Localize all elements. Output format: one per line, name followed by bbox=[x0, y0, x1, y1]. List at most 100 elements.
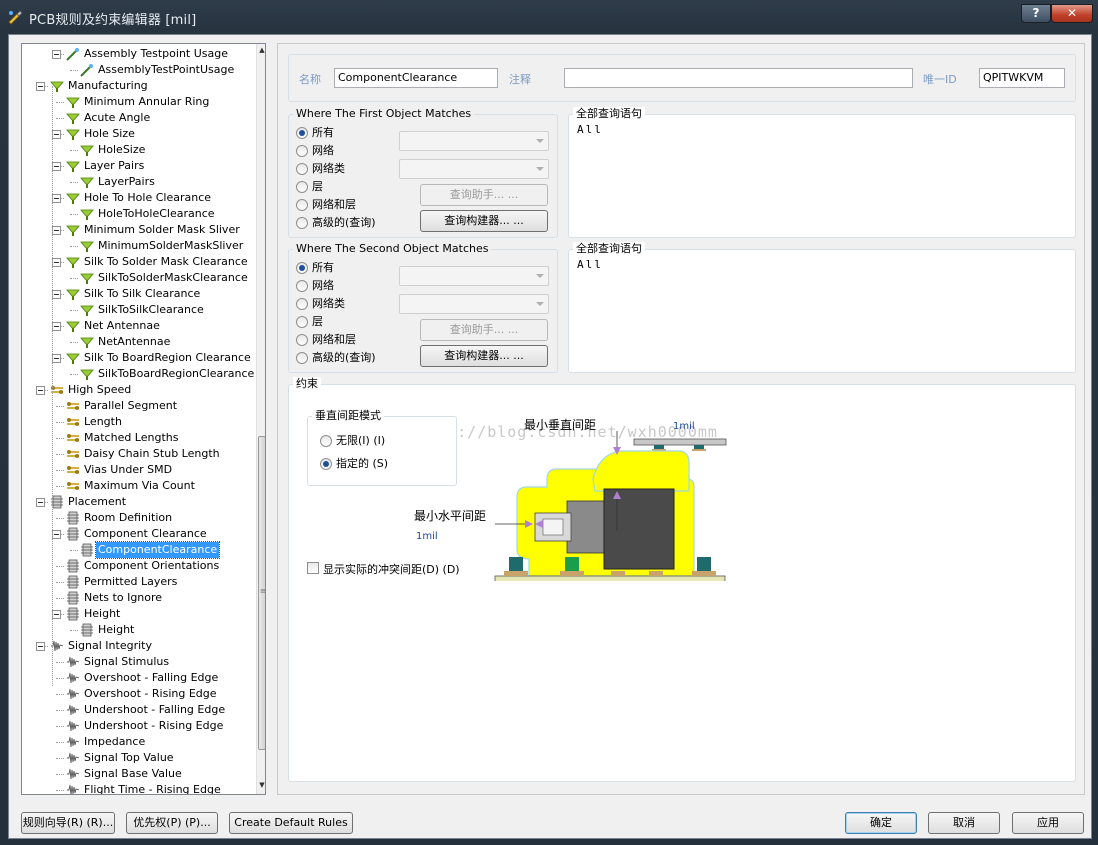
second-query-helper-button[interactable]: 查询助手... ... bbox=[420, 319, 548, 341]
scroll-up-arrow-icon[interactable]: ▲ bbox=[257, 46, 265, 56]
tree-item[interactable]: Hole To Hole Clearance bbox=[22, 190, 254, 206]
radio-button[interactable] bbox=[296, 181, 308, 193]
tree-item[interactable]: Hole Size bbox=[22, 126, 254, 142]
radio-button[interactable] bbox=[296, 262, 308, 274]
radio-button[interactable] bbox=[296, 334, 308, 346]
tree-item[interactable]: Impedance bbox=[22, 734, 254, 750]
first-net-combo[interactable] bbox=[399, 131, 549, 151]
second-query-builder-button[interactable]: 查询构建器... ... bbox=[420, 345, 548, 367]
collapse-icon[interactable] bbox=[52, 290, 61, 299]
radio-button[interactable] bbox=[296, 298, 308, 310]
tree-item[interactable]: High Speed bbox=[22, 382, 254, 398]
radio-button[interactable] bbox=[296, 199, 308, 211]
tree-item[interactable]: Length bbox=[22, 414, 254, 430]
create-default-rules-button[interactable]: Create Default Rules bbox=[229, 812, 353, 834]
tree-item[interactable]: Vias Under SMD bbox=[22, 462, 254, 478]
tree-item[interactable]: Acute Angle bbox=[22, 110, 254, 126]
tree-item[interactable]: Net Antennae bbox=[22, 318, 254, 334]
tree-item[interactable]: HoleToHoleClearance bbox=[22, 206, 254, 222]
collapse-icon[interactable] bbox=[36, 82, 45, 91]
tree-item[interactable]: SilkToSolderMaskClearance bbox=[22, 270, 254, 286]
help-button[interactable]: ? bbox=[1021, 4, 1051, 23]
priorities-button[interactable]: 优先权(P) (P)... bbox=[126, 812, 218, 834]
collapse-icon[interactable] bbox=[36, 386, 45, 395]
radio-button[interactable] bbox=[296, 217, 308, 229]
tree-item[interactable]: Maximum Via Count bbox=[22, 478, 254, 494]
tree-item[interactable]: ComponentClearance bbox=[22, 541, 254, 559]
collapse-icon[interactable] bbox=[52, 226, 61, 235]
apply-button[interactable]: 应用 bbox=[1012, 812, 1084, 834]
tree-item[interactable]: Nets to Ignore bbox=[22, 590, 254, 606]
first-netclass-combo[interactable] bbox=[399, 159, 549, 179]
tree-item[interactable]: Daisy Chain Stub Length bbox=[22, 446, 254, 462]
tree-item[interactable]: Silk To Solder Mask Clearance bbox=[22, 254, 254, 270]
tree-item[interactable]: Height bbox=[22, 606, 254, 622]
tree-item[interactable]: LayerPairs bbox=[22, 174, 254, 190]
radio-specified[interactable] bbox=[320, 458, 332, 470]
min-horizontal-value[interactable]: 1mil bbox=[416, 531, 438, 542]
title-bar[interactable]: PCB规则及约束编辑器 [mil] ? ✕ bbox=[0, 0, 1098, 34]
second-netclass-combo[interactable] bbox=[399, 294, 549, 314]
collapse-icon[interactable] bbox=[52, 258, 61, 267]
tree-item[interactable]: Silk To Silk Clearance bbox=[22, 286, 254, 302]
tree-item[interactable]: Parallel Segment bbox=[22, 398, 254, 414]
collapse-icon[interactable] bbox=[36, 498, 45, 507]
radio-infinite[interactable] bbox=[320, 435, 332, 447]
first-query-builder-button[interactable]: 查询构建器... ... bbox=[420, 210, 548, 232]
tree-item[interactable]: Manufacturing bbox=[22, 78, 254, 94]
tree-item[interactable]: Layer Pairs bbox=[22, 158, 254, 174]
collapse-icon[interactable] bbox=[52, 322, 61, 331]
tree-item[interactable]: Signal Base Value bbox=[22, 766, 254, 782]
tree-item[interactable]: MinimumSolderMaskSliver bbox=[22, 238, 254, 254]
radio-button[interactable] bbox=[296, 316, 308, 328]
tree-item[interactable]: Component Orientations bbox=[22, 558, 254, 574]
uid-field[interactable]: QPITWKVM bbox=[979, 68, 1065, 88]
first-query-helper-button[interactable]: 查询助手... ... bbox=[420, 184, 548, 206]
tree-item[interactable]: Minimum Solder Mask Sliver bbox=[22, 222, 254, 238]
radio-button[interactable] bbox=[296, 145, 308, 157]
collapse-icon[interactable] bbox=[36, 642, 45, 651]
tree-item[interactable]: Signal Stimulus bbox=[22, 654, 254, 670]
min-vertical-value[interactable]: 1mil bbox=[673, 421, 695, 432]
name-field[interactable]: ComponentClearance bbox=[334, 68, 498, 88]
tree-item[interactable]: Undershoot - Falling Edge bbox=[22, 702, 254, 718]
collapse-icon[interactable] bbox=[52, 50, 61, 59]
tree-item[interactable]: Matched Lengths bbox=[22, 430, 254, 446]
tree-item[interactable]: NetAntennae bbox=[22, 334, 254, 350]
close-button[interactable]: ✕ bbox=[1051, 4, 1093, 23]
tree-item[interactable]: Minimum Annular Ring bbox=[22, 94, 254, 110]
tree-item[interactable]: HoleSize bbox=[22, 142, 254, 158]
radio-button[interactable] bbox=[296, 280, 308, 292]
second-full-query-box[interactable]: 全部查询语句 All bbox=[568, 242, 1076, 373]
cancel-button[interactable]: 取消 bbox=[928, 812, 1000, 834]
collapse-icon[interactable] bbox=[52, 194, 61, 203]
ok-button[interactable]: 确定 bbox=[845, 812, 917, 834]
tree-item[interactable]: Room Definition bbox=[22, 510, 254, 526]
tree-item[interactable]: Component Clearance bbox=[22, 526, 254, 542]
tree-scrollbar[interactable]: ▲ ≡ ▼ bbox=[256, 44, 265, 794]
collapse-icon[interactable] bbox=[52, 162, 61, 171]
collapse-icon[interactable] bbox=[52, 130, 61, 139]
tree-item[interactable]: SilkToBoardRegionClearance bbox=[22, 366, 254, 382]
collapse-icon[interactable] bbox=[52, 610, 61, 619]
collapse-icon[interactable] bbox=[52, 530, 61, 539]
radio-button[interactable] bbox=[296, 352, 308, 364]
rule-wizard-button[interactable]: 规则向导(R) (R)... bbox=[21, 812, 115, 834]
scroll-thumb[interactable]: ≡ bbox=[258, 436, 265, 750]
radio-button[interactable] bbox=[296, 127, 308, 139]
second-net-combo[interactable] bbox=[399, 266, 549, 286]
tree-item[interactable]: Signal Top Value bbox=[22, 750, 254, 766]
tree-item[interactable]: Flight Time - Rising Edge bbox=[22, 782, 254, 794]
tree-item[interactable]: AssemblyTestPointUsage bbox=[22, 62, 254, 78]
tree-item[interactable]: Overshoot - Falling Edge bbox=[22, 670, 254, 686]
tree-item[interactable]: Undershoot - Rising Edge bbox=[22, 718, 254, 734]
first-full-query-box[interactable]: 全部查询语句 All bbox=[568, 107, 1076, 238]
tree-item[interactable]: Silk To BoardRegion Clearance bbox=[22, 350, 254, 366]
collapse-icon[interactable] bbox=[52, 354, 61, 363]
rule-tree[interactable]: Assembly Testpoint Usage AssemblyTestPoin… bbox=[21, 43, 266, 795]
show-actual-checkbox[interactable] bbox=[307, 562, 319, 574]
tree-item[interactable]: SilkToSilkClearance bbox=[22, 302, 254, 318]
tree-item[interactable]: Permitted Layers bbox=[22, 574, 254, 590]
radio-button[interactable] bbox=[296, 163, 308, 175]
tree-item[interactable]: Height bbox=[22, 622, 254, 638]
